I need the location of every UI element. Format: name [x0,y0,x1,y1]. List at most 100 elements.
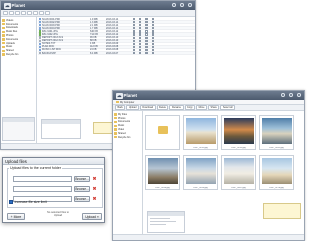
photo-thumbnail[interactable]: DSC_0253.jpg [183,155,218,190]
row-checkbox[interactable] [133,42,136,45]
power-icon[interactable] [297,93,301,97]
toolbar-button-6[interactable] [33,10,38,16]
photo-thumbnail[interactable]: DSC_0267.jpg [221,155,256,190]
delete-icon[interactable] [151,27,154,30]
share-icon[interactable] [139,39,142,42]
toolbar-button[interactable]: Copy [184,105,196,110]
remove-icon[interactable]: ✖ [92,196,97,201]
delete-icon[interactable] [151,30,154,33]
browse-button[interactable]: Browse... [74,185,90,192]
delete-icon[interactable] [151,33,154,36]
share-icon[interactable] [139,33,142,36]
more-files-button[interactable]: + More [7,213,25,220]
share-icon[interactable] [139,48,142,52]
toolbar-button-8[interactable] [45,10,50,16]
download-icon[interactable] [145,36,148,39]
share-icon[interactable] [139,45,142,48]
row-checkbox[interactable] [133,27,136,30]
delete-icon[interactable] [151,18,154,21]
delete-icon[interactable] [151,45,154,48]
remove-icon[interactable]: ✖ [92,186,97,191]
row-checkbox[interactable] [133,30,136,33]
photo-thumbnail[interactable]: DSC_0232.jpg [221,115,256,150]
upload-button[interactable]: Upload » [82,213,102,220]
power-icon[interactable] [188,3,192,7]
toolbar-button-1[interactable] [3,10,8,16]
toolbar-button-4[interactable] [21,10,26,16]
file-path-field[interactable] [13,185,72,192]
share-icon[interactable] [139,27,142,30]
download-icon[interactable] [145,45,148,48]
remove-icon[interactable]: ✖ [92,176,97,181]
share-icon[interactable] [139,51,142,55]
delete-icon[interactable] [151,42,154,45]
toolbar-button[interactable]: Upload [126,105,139,110]
row-checkbox[interactable] [133,18,136,21]
delete-icon[interactable] [151,24,154,27]
folder-icon [2,42,5,45]
toolbar-button-5[interactable] [27,10,32,16]
row-checkbox[interactable] [133,51,136,55]
toolbar-button[interactable]: Delete [156,105,169,110]
row-checkbox[interactable] [133,36,136,39]
share-icon[interactable] [139,18,142,21]
thumbnail-caption: DSC_0270.jpg [269,186,284,189]
download-icon[interactable] [145,51,148,55]
download-icon[interactable] [145,27,148,30]
download-icon[interactable] [145,39,148,42]
file-path-field[interactable] [13,175,72,182]
row-checkbox[interactable] [133,48,136,52]
download-icon[interactable] [145,18,148,21]
toolbar-button[interactable]: Move [196,105,207,110]
download-icon[interactable] [145,30,148,33]
share-icon[interactable] [139,21,142,24]
photo-thumbnail[interactable]: DSC_0231.jpg [183,115,218,150]
delete-icon[interactable] [151,21,154,24]
upload-legend: Upload files to the current folder [9,165,62,170]
row-checkbox[interactable] [133,33,136,36]
toolbar-button-2[interactable] [9,10,14,16]
photo-thumbnail[interactable]: DSC_0270.jpg [259,155,294,190]
row-checkbox[interactable] [133,21,136,24]
help-icon[interactable] [172,3,176,7]
tree-item[interactable]: Recycle bin [114,135,141,139]
browse-button[interactable]: Browse... [74,195,90,202]
toolbar-button[interactable]: Share [207,105,220,110]
row-checkbox[interactable] [133,39,136,42]
toolbar-button[interactable]: Select all [220,105,236,110]
photo-thumbnail[interactable]: DSC_0250.jpg [145,155,180,190]
help-icon[interactable] [281,93,285,97]
download-icon[interactable] [145,48,148,52]
toolbar-button[interactable]: Rename [169,105,184,110]
download-icon[interactable] [145,21,148,24]
delete-icon[interactable] [151,51,154,55]
row-checkbox[interactable] [133,45,136,48]
tree-item-label: Shared [6,49,14,53]
share-icon[interactable] [139,36,142,39]
download-icon[interactable] [145,42,148,45]
file-date: 2013-03-07 [106,51,119,55]
settings-icon[interactable] [180,3,184,7]
delete-icon[interactable] [151,39,154,42]
browse-button[interactable]: Browse... [74,175,90,182]
delete-icon[interactable] [151,48,154,52]
photo-thumbnail[interactable]: DSC_0241.jpg [259,115,294,150]
toolbar-button-3[interactable] [15,10,20,16]
toolbar-button[interactable]: Back [115,105,126,110]
row-checkbox[interactable] [133,24,136,27]
tree-item[interactable]: Recycle bin [2,53,35,57]
download-icon[interactable] [145,24,148,27]
toolbar-button-7[interactable] [39,10,44,16]
folder-thumbnail[interactable] [145,115,180,150]
tree-item-label: Videos [6,18,14,22]
share-icon[interactable] [139,24,142,27]
file-row[interactable]: BACKUP.ZIP 8.4 MB 2013-03-07 [38,51,195,56]
share-icon[interactable] [139,30,142,33]
share-icon[interactable] [139,42,142,45]
download-icon[interactable] [145,33,148,36]
delete-icon[interactable] [151,36,154,39]
increase-limit-checkbox[interactable]: Increase file size limit [9,200,47,204]
toolbar-button[interactable]: Download [139,105,156,110]
checkbox-checked[interactable] [9,200,13,204]
settings-icon[interactable] [289,93,293,97]
